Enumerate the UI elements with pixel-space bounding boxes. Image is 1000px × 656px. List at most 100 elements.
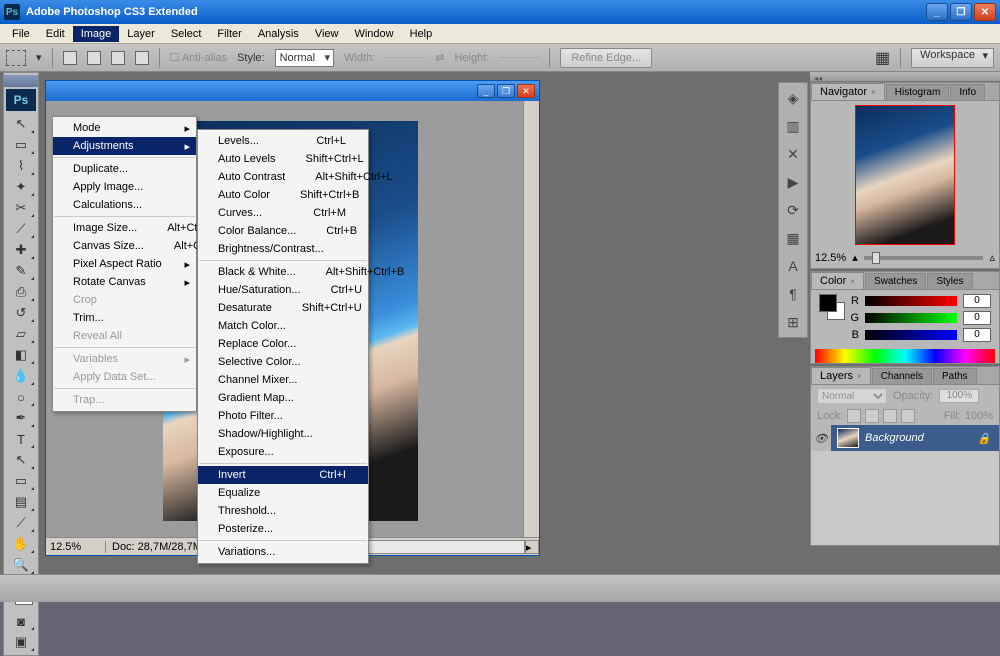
hand-tool[interactable]: ✋: [7, 534, 35, 554]
g-slider[interactable]: [865, 313, 957, 323]
menu-item-calculations[interactable]: Calculations...: [53, 196, 196, 214]
wand-tool[interactable]: ✦: [7, 177, 35, 197]
eraser-tool[interactable]: ▱: [7, 324, 35, 344]
doc-minimize-button[interactable]: _: [477, 84, 495, 98]
tab-histogram[interactable]: Histogram: [886, 84, 950, 100]
navigator-zoom-value[interactable]: 12.5%: [815, 252, 846, 264]
menu-item-channel-mixer[interactable]: Channel Mixer...: [198, 371, 368, 389]
menu-item-variations[interactable]: Variations...: [198, 543, 368, 561]
zoom-field[interactable]: 12.5%: [46, 541, 106, 553]
color-spectrum[interactable]: [815, 349, 995, 363]
tab-paths[interactable]: Paths: [933, 368, 977, 384]
close-button[interactable]: ✕: [974, 3, 996, 21]
add-selection-icon[interactable]: [87, 51, 101, 65]
new-selection-icon[interactable]: [63, 51, 77, 65]
history-icon[interactable]: ⟳: [780, 197, 806, 223]
menu-item-equalize[interactable]: Equalize: [198, 484, 368, 502]
zoom-slider[interactable]: [864, 256, 984, 260]
menu-filter[interactable]: Filter: [209, 26, 249, 42]
tab-color[interactable]: Color×: [811, 272, 864, 289]
zoom-out-icon[interactable]: ▴: [852, 251, 858, 264]
shape-tool[interactable]: ▭: [7, 471, 35, 491]
minimize-button[interactable]: _: [926, 3, 948, 21]
gradient-tool[interactable]: ◧: [7, 345, 35, 365]
menu-item-apply-image[interactable]: Apply Image...: [53, 178, 196, 196]
doc-maximize-button[interactable]: ❐: [497, 84, 515, 98]
tab-navigator[interactable]: Navigator×: [811, 83, 885, 100]
menu-item-curves[interactable]: Curves...Ctrl+M: [198, 204, 368, 222]
toolbox-grip[interactable]: [4, 75, 38, 87]
lock-position-icon[interactable]: [883, 409, 897, 423]
menu-item-exposure[interactable]: Exposure...: [198, 443, 368, 461]
tab-info[interactable]: Info: [950, 84, 985, 100]
lasso-tool[interactable]: ⌇: [7, 156, 35, 176]
actions-icon[interactable]: ▶: [780, 169, 806, 195]
zoom-in-icon[interactable]: ▵: [989, 251, 995, 264]
intersect-selection-icon[interactable]: [135, 51, 149, 65]
menu-item-invert[interactable]: InvertCtrl+I: [198, 466, 368, 484]
zoom-tool[interactable]: 🔍: [7, 555, 35, 575]
navigator-thumbnail[interactable]: [855, 105, 955, 245]
heal-tool[interactable]: ✚: [7, 240, 35, 260]
subtract-selection-icon[interactable]: [111, 51, 125, 65]
menu-item-auto-color[interactable]: Auto ColorShift+Ctrl+B: [198, 186, 368, 204]
dock-grip[interactable]: ◂◂: [810, 72, 1000, 82]
character-icon[interactable]: A: [780, 253, 806, 279]
tab-layers[interactable]: Layers×: [811, 367, 871, 384]
doc-close-button[interactable]: ✕: [517, 84, 535, 98]
crop-tool[interactable]: ✂: [7, 198, 35, 218]
menu-item-black-white[interactable]: Black & White...Alt+Shift+Ctrl+B: [198, 263, 368, 281]
menu-item-desaturate[interactable]: DesaturateShift+Ctrl+U: [198, 299, 368, 317]
menu-item-rotate-canvas[interactable]: Rotate Canvas: [53, 273, 196, 291]
menu-view[interactable]: View: [307, 26, 347, 42]
layer-name[interactable]: Background: [865, 432, 924, 444]
blur-tool[interactable]: 💧: [7, 366, 35, 386]
type-tool[interactable]: T: [7, 429, 35, 449]
marquee-tool[interactable]: ▭: [7, 135, 35, 155]
info-icon[interactable]: ✕: [780, 141, 806, 167]
menu-item-brightness-contrast[interactable]: Brightness/Contrast...: [198, 240, 368, 258]
menu-item-photo-filter[interactable]: Photo Filter...: [198, 407, 368, 425]
lock-all-icon[interactable]: [901, 409, 915, 423]
paragraph-icon[interactable]: ¶: [780, 281, 806, 307]
menu-item-pixel-aspect-ratio[interactable]: Pixel Aspect Ratio: [53, 255, 196, 273]
notes-tool[interactable]: ▤: [7, 492, 35, 512]
layer-thumbnail[interactable]: [837, 428, 859, 448]
g-value[interactable]: 0: [963, 311, 991, 325]
maximize-button[interactable]: ❐: [950, 3, 972, 21]
menu-item-gradient-map[interactable]: Gradient Map...: [198, 389, 368, 407]
pen-tool[interactable]: ✒: [7, 408, 35, 428]
menu-item-shadow-highlight[interactable]: Shadow/Highlight...: [198, 425, 368, 443]
menu-select[interactable]: Select: [163, 26, 210, 42]
vertical-scrollbar[interactable]: [523, 101, 539, 537]
lock-pixels-icon[interactable]: [865, 409, 879, 423]
style-select[interactable]: Normal: [275, 49, 334, 67]
go-to-bridge-icon[interactable]: ▦: [875, 48, 890, 68]
visibility-eye-icon[interactable]: 👁: [811, 425, 831, 451]
menu-item-posterize[interactable]: Posterize...: [198, 520, 368, 538]
menu-item-trim[interactable]: Trim...: [53, 309, 196, 327]
r-slider[interactable]: [865, 296, 957, 306]
stamp-tool[interactable]: ⎙: [7, 282, 35, 302]
tab-channels[interactable]: Channels: [872, 368, 932, 384]
quick-mask-tool[interactable]: ◙: [7, 611, 35, 631]
dodge-tool[interactable]: ○: [7, 387, 35, 407]
workspace-button[interactable]: Workspace: [911, 48, 994, 68]
menu-item-duplicate[interactable]: Duplicate...: [53, 160, 196, 178]
path-tool[interactable]: ↖: [7, 450, 35, 470]
menu-item-match-color[interactable]: Match Color...: [198, 317, 368, 335]
color-fgbg-swatch[interactable]: [819, 294, 845, 320]
menu-item-color-balance[interactable]: Color Balance...Ctrl+B: [198, 222, 368, 240]
menu-item-auto-contrast[interactable]: Auto ContrastAlt+Shift+Ctrl+L: [198, 168, 368, 186]
brush-tool[interactable]: ✎: [7, 261, 35, 281]
layer-item-background[interactable]: 👁 Background 🔒: [811, 425, 999, 451]
menu-item-mode[interactable]: Mode: [53, 119, 196, 137]
antialias-checkbox[interactable]: ☐ Anti-alias: [170, 51, 228, 64]
tab-swatches[interactable]: Swatches: [865, 273, 926, 289]
menu-item-levels[interactable]: Levels...Ctrl+L: [198, 132, 368, 150]
r-value[interactable]: 0: [963, 294, 991, 308]
menu-item-image-size[interactable]: Image Size...Alt+Ctrl+I: [53, 219, 196, 237]
tool-preset-icon[interactable]: [6, 50, 26, 66]
histogram-icon[interactable]: ▥: [780, 113, 806, 139]
tab-styles[interactable]: Styles: [927, 273, 972, 289]
